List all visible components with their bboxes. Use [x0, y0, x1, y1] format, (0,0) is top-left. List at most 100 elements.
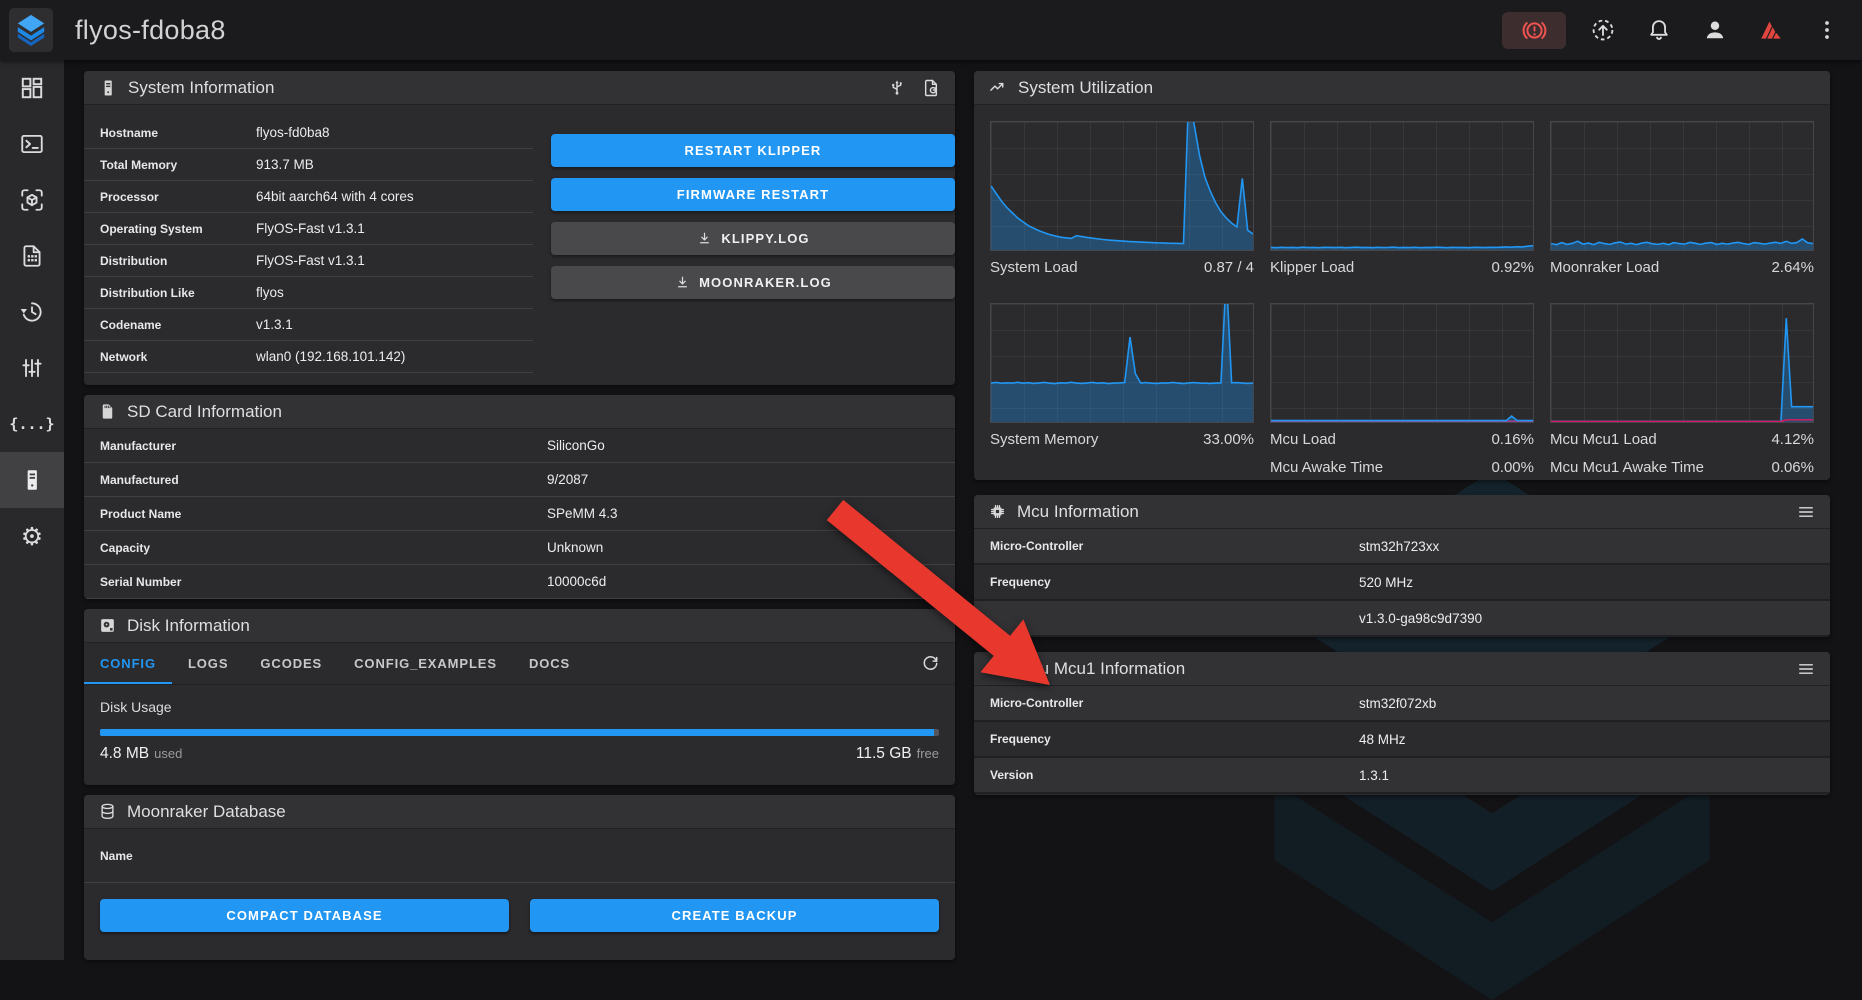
topbar: flyos-fdoba8: [0, 0, 1862, 60]
system-utilization-header: System Utilization: [974, 71, 1830, 105]
bell-icon: [1646, 17, 1672, 43]
disk-usage-bar-fill: [100, 729, 934, 736]
table-row: Processor64bit aarch64 with 4 cores: [84, 181, 533, 213]
sidebar-item-dashboard[interactable]: [0, 60, 64, 116]
update-upload-icon: [1590, 17, 1616, 43]
tab-config-examples[interactable]: CONFIG_EXAMPLES: [338, 643, 513, 684]
mcu-information-panel: Mcu Information Micro-Controllerstm32h72…: [974, 495, 1830, 637]
disk-free: 11.5 GBfree: [856, 745, 939, 763]
database-name-column-header: Name: [84, 829, 955, 883]
emergency-stop-icon: [1521, 17, 1548, 44]
moonraker-database-panel: Moonraker Database Name COMPACT DATABASE…: [84, 795, 955, 960]
firmware-restart-button[interactable]: FIRMWARE RESTART: [551, 178, 955, 211]
chart-cell-system-load: System Load0.87 / 4: [990, 121, 1254, 276]
table-row: Version1.3.1: [974, 758, 1830, 794]
system-utilization-panel: System Utilization System Load0.87 / 4 K…: [974, 71, 1830, 480]
table-row: Serial Number10000c6d: [84, 565, 955, 599]
klippy-log-button[interactable]: KLIPPY.LOG: [551, 222, 955, 255]
sidebar-item-gcode-preview[interactable]: [0, 172, 64, 228]
download-icon: [696, 230, 713, 247]
update-available-button[interactable]: [1584, 11, 1622, 49]
usb-icon[interactable]: [887, 78, 907, 98]
refresh-icon: [920, 653, 941, 674]
tune-icon: [19, 355, 45, 381]
restart-klipper-button[interactable]: RESTART KLIPPER: [551, 134, 955, 167]
mcu-table: Micro-Controllerstm32h723xx Frequency520…: [974, 529, 1830, 637]
menu-icon: [1796, 659, 1816, 679]
mcu1-table: Micro-Controllerstm32f072xb Frequency48 …: [974, 686, 1830, 794]
moonraker-database-header: Moonraker Database: [84, 795, 955, 829]
account-button[interactable]: [1696, 11, 1734, 49]
tab-logs[interactable]: LOGS: [172, 643, 244, 684]
table-row: Hostnameflyos-fd0ba8: [84, 117, 533, 149]
mcu1-information-header: Mcu Mcu1 Information: [974, 652, 1830, 686]
table-row: Total Memory913.7 MB: [84, 149, 533, 181]
tab-config[interactable]: CONFIG: [84, 643, 172, 684]
create-backup-button[interactable]: CREATE BACKUP: [530, 899, 939, 932]
mcu-information-header: Mcu Information: [974, 495, 1830, 529]
account-icon: [1702, 17, 1728, 43]
dots-vertical-icon: [1815, 18, 1839, 42]
table-row: DistributionFlyOS-Fast v1.3.1: [84, 245, 533, 277]
sidebar-item-tune[interactable]: [0, 340, 64, 396]
mcu1-information-panel: Mcu Mcu1 Information Micro-Controllerstm…: [974, 652, 1830, 795]
flyos-brand-button[interactable]: [1752, 11, 1790, 49]
emergency-stop-button[interactable]: [1502, 12, 1566, 49]
notifications-button[interactable]: [1640, 11, 1678, 49]
main-content: System Information: [64, 60, 1862, 960]
database-icon: [98, 802, 117, 821]
dashboard-icon: [19, 75, 45, 101]
disk-tabs: CONFIG LOGS GCODES CONFIG_EXAMPLES DOCS: [84, 643, 955, 685]
menu-icon: [1796, 502, 1816, 522]
table-row: v1.3.0-ga98c9d7390: [974, 601, 1830, 637]
gcode-preview-icon: [19, 187, 45, 213]
tab-gcodes[interactable]: GCODES: [244, 643, 338, 684]
klipper-load-chart: [1270, 121, 1534, 251]
compact-database-button[interactable]: COMPACT DATABASE: [100, 899, 509, 932]
disk-information-header: Disk Information: [84, 609, 955, 643]
sidebar-item-settings[interactable]: ⚙: [0, 508, 64, 564]
sd-card-icon: [98, 402, 117, 421]
panel-title: Disk Information: [127, 616, 250, 636]
sidebar-item-machine[interactable]: [0, 452, 64, 508]
harddisk-icon: [98, 616, 117, 635]
chart-cell-mcu: Mcu Load0.16% Mcu Awake Time0.00%: [1270, 303, 1534, 476]
sidebar-item-config-editor[interactable]: {...}: [0, 396, 64, 452]
chart-cell-moonraker-load: Moonraker Load2.64%: [1550, 121, 1814, 276]
download-icon: [674, 274, 691, 291]
chip-icon: [988, 659, 1007, 678]
chart-line-icon: [988, 78, 1008, 98]
chart-cell-system-memory: System Memory33.00%: [990, 303, 1254, 476]
moonraker-load-chart: [1550, 121, 1814, 251]
table-row: Networkwlan0 (192.168.101.142): [84, 341, 533, 373]
tab-docs[interactable]: DOCS: [513, 643, 586, 684]
flyos-red-logo-icon: [1756, 17, 1786, 43]
sd-card-header: SD Card Information: [84, 395, 955, 429]
sidebar-item-files[interactable]: [0, 228, 64, 284]
table-row: CapacityUnknown: [84, 531, 955, 565]
table-row: Operating SystemFlyOS-Fast v1.3.1: [84, 213, 533, 245]
table-row: Distribution Likeflyos: [84, 277, 533, 309]
sidebar-item-console[interactable]: [0, 116, 64, 172]
refresh-button[interactable]: [920, 653, 941, 674]
fly-logo-icon: [15, 13, 47, 47]
page-title: flyos-fdoba8: [75, 15, 226, 46]
console-icon: [19, 131, 45, 157]
mcu-menu-button[interactable]: [1796, 502, 1816, 522]
panel-title: System Utilization: [1018, 78, 1153, 98]
overflow-menu-button[interactable]: [1808, 11, 1846, 49]
table-row: Frequency48 MHz: [974, 722, 1830, 758]
sd-card-table: ManufacturerSiliconGo Manufactured9/2087…: [84, 429, 955, 599]
files-icon: [19, 243, 45, 269]
moonraker-log-button[interactable]: MOONRAKER.LOG: [551, 266, 955, 299]
machine-icon: [19, 467, 45, 493]
system-load-chart: [990, 121, 1254, 251]
file-refresh-icon[interactable]: [921, 78, 941, 98]
sidebar-item-history[interactable]: [0, 284, 64, 340]
app-logo[interactable]: [9, 8, 53, 52]
mcu1-menu-button[interactable]: [1796, 659, 1816, 679]
config-editor-icon: {...}: [9, 415, 54, 433]
panel-title: Mcu Information: [1017, 502, 1139, 522]
sd-card-panel: SD Card Information ManufacturerSiliconG…: [84, 395, 955, 599]
mcu-load-chart: [1270, 303, 1534, 423]
